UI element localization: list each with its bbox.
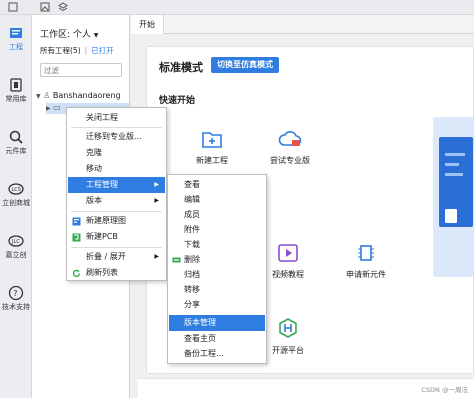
refresh-icon [72,269,81,278]
quick-new-component[interactable]: 申请新元件 [331,243,401,280]
project-icon [10,28,22,38]
cloud-pro-icon [278,131,302,146]
chevron-right-icon: ▶ [154,253,159,260]
folder-icon: ▭ [53,103,61,112]
watermark: CSDN @一周法 [421,386,468,394]
submenu-item-attachments[interactable]: 附件 [169,222,265,238]
submenu-item-view[interactable]: 查看 [169,177,265,193]
nav-lcsc[interactable]: LCS 立创商城 [0,181,32,208]
nav-label: 嘉立创 [5,251,27,259]
lcsc-icon: LCS [8,183,24,195]
nav-component-lib[interactable]: 元件库 [0,129,32,156]
submenu-item-members[interactable]: 成员 [169,207,265,223]
pcb-icon [72,233,81,242]
menu-item-close-project[interactable]: 关闭工程 [68,110,165,126]
nav-label: 工程 [9,43,23,51]
mode-title: 标准模式 [159,61,203,74]
library-icon [10,78,22,92]
tree-root[interactable]: ▼ ♙ Banshandaoreng [36,91,121,100]
menu-item-new-schematic[interactable]: 新建原理图 [68,213,165,229]
submenu-item-version-manage[interactable]: 版本管理 [169,315,265,331]
switch-mode-button[interactable]: 切换至仿真模式 [211,57,279,73]
menu-item-migrate-pro[interactable]: 迁移到专业版... [68,129,165,145]
new-component-icon [358,245,374,261]
new-folder-icon [202,132,222,148]
file-icon[interactable] [8,2,18,12]
tab-all-projects[interactable]: 所有工程(5) [40,46,81,55]
chevron-down-icon: ▼ [93,32,99,39]
menu-item-new-pcb[interactable]: 新建PCB [68,229,165,245]
nav-help[interactable]: ? 技术支持 [0,285,32,312]
submenu-item-edit[interactable]: 编辑 [169,192,265,208]
layers-icon[interactable] [58,2,68,12]
jlc-icon: JLC [8,235,24,247]
quick-try-pro[interactable]: 尝试专业版 [255,129,325,166]
nav-label: 立创商城 [2,199,30,207]
submenu-item-transfer[interactable]: 转移 [169,282,265,298]
schematic-icon [72,217,81,226]
project-context-menu: 关闭工程 迁移到专业版... 克隆 移动 工程管理 ▶ 版本 ▶ 新建原理图 新建P… [66,107,167,281]
nav-jlc[interactable]: JLC 嘉立创 [0,233,32,260]
workspace-selector[interactable]: 工作区: 个人 ▼ [40,27,98,40]
menu-item-move[interactable]: 移动 [68,161,165,177]
submenu-item-download[interactable]: 下载 [169,237,265,253]
menu-item-version[interactable]: 版本 ▶ [68,193,165,209]
image-icon[interactable] [40,2,50,12]
svg-text:JLC: JLC [11,239,20,245]
promo-illustration [433,117,473,277]
top-toolbar [0,0,474,15]
tab-open-projects[interactable]: 已打开 [91,46,114,55]
nav-project[interactable]: 工程 [0,25,32,52]
nav-label: 元件库 [5,147,27,155]
user-icon: ♙ [43,91,51,100]
chevron-right-icon: ▶ [154,197,159,204]
svg-text:LCS: LCS [12,187,21,193]
video-icon [278,244,298,262]
nav-label: 常用库 [5,95,27,103]
quick-new-project[interactable]: 新建工程 [177,129,247,166]
component-search-icon [9,130,23,144]
submenu-item-archive[interactable]: 归档 [169,267,265,283]
submenu-item-view-homepage[interactable]: 查看主页 [169,331,265,347]
project-manage-submenu: 查看 编辑 成员 附件 下载 删除 归档 转移 分享 版本管理 查看主页 备份工… [167,174,267,364]
help-icon: ? [8,285,24,301]
quick-start-title: 快速开始 [159,96,196,106]
submenu-item-backup[interactable]: 备份工程... [169,346,265,362]
chevron-right-icon: ▶ [154,181,159,188]
tree-collapse-icon[interactable]: ▶ [46,105,51,112]
svg-text:?: ? [13,289,17,298]
submenu-item-share[interactable]: 分享 [169,297,265,313]
menu-item-collapse-expand[interactable]: 折叠 / 展开 ▶ [68,249,165,265]
project-tabs: 所有工程(5) | 已打开 [40,46,114,55]
tab-start[interactable]: 开始 [131,15,164,34]
tree-collapse-icon[interactable]: ▼ [36,93,41,100]
illustration-doc [445,209,457,223]
submenu-item-delete[interactable]: 删除 [169,252,265,268]
document-tabbar: 开始 [131,15,474,34]
menu-item-project-manage[interactable]: 工程管理 ▶ [68,177,165,193]
nav-library[interactable]: 常用库 [0,77,32,104]
open-source-icon [279,318,297,338]
left-navbar: 工程 常用库 元件库 LCS 立创商城 JLC 嘉立创 ? 技术支持 [0,15,32,398]
delete-icon [172,257,181,263]
nav-label: 技术支持 [2,303,30,311]
menu-item-refresh[interactable]: 刷新列表 [68,265,165,281]
filter-input[interactable] [40,63,122,77]
menu-item-clone[interactable]: 克隆 [68,145,165,161]
